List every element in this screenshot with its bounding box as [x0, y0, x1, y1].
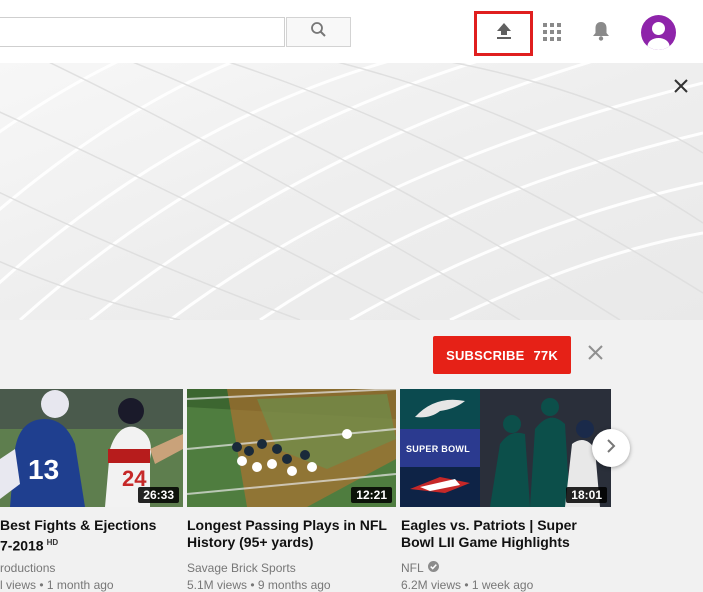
video-meta: l views • 1 month ago: [0, 578, 114, 592]
video-title-line: Longest Passing Plays in NFL: [187, 517, 387, 533]
shelf-next-button[interactable]: [592, 429, 630, 467]
video-title-line: Eagles vs. Patriots | Super: [401, 517, 577, 533]
video-title-line: Best Fights & Ejections: [0, 517, 157, 533]
subscribe-label: SUBSCRIBE: [446, 347, 525, 363]
masthead: [0, 0, 703, 64]
video-duration: 26:33: [138, 487, 179, 503]
user-avatar-icon: [641, 22, 676, 50]
chevron-right-icon: [605, 438, 617, 458]
channel-banner: [0, 63, 703, 320]
dismiss-shelf-button[interactable]: [584, 344, 606, 366]
video-thumbnail[interactable]: 12:21: [187, 389, 396, 507]
upload-button[interactable]: [474, 11, 533, 56]
subscriber-count: 77K: [533, 347, 558, 363]
subscribe-button[interactable]: SUBSCRIBE 77K: [433, 336, 571, 374]
close-icon: [673, 78, 689, 99]
close-icon: [587, 345, 603, 365]
avatar[interactable]: [641, 15, 676, 50]
video-thumbnail[interactable]: SUPER BOWL 18:01: [400, 389, 611, 507]
video-channel[interactable]: Savage Brick Sports: [187, 561, 296, 575]
notifications-button[interactable]: [589, 20, 613, 46]
video-title-line: Bowl LII Game Highlights: [401, 534, 570, 550]
video-thumbnail[interactable]: 13 24 26:33: [0, 389, 183, 507]
video-title-line: History (95+ yards): [187, 534, 314, 550]
apps-button[interactable]: [541, 22, 563, 46]
apps-grid-icon: [543, 22, 561, 46]
banner-close-button[interactable]: [667, 74, 695, 102]
video-duration: 18:01: [566, 487, 607, 503]
hd-badge: HD: [46, 538, 59, 547]
video-title[interactable]: Best Fights & Ejections 7-2018 HD: [0, 517, 156, 555]
video-title[interactable]: Longest Passing Plays in NFL History (95…: [187, 517, 387, 551]
video-channel[interactable]: NFL: [401, 561, 439, 575]
channel-name: NFL: [401, 561, 424, 575]
search-icon: [310, 21, 327, 43]
banner-pattern: [0, 63, 703, 320]
video-meta: 6.2M views • 1 week ago: [401, 578, 534, 592]
svg-text:13: 13: [28, 454, 59, 485]
upload-icon: [495, 22, 513, 45]
video-title-line: 7-2018 HD: [0, 534, 156, 555]
video-duration: 12:21: [351, 487, 392, 503]
video-title[interactable]: Eagles vs. Patriots | Super Bowl LII Gam…: [401, 517, 577, 551]
verified-icon: [427, 561, 439, 575]
video-meta: 5.1M views • 9 months ago: [187, 578, 331, 592]
search-button[interactable]: [286, 17, 351, 47]
video-title-line-text: 7-2018: [0, 537, 44, 554]
bell-icon: [592, 20, 610, 47]
super-bowl-text: SUPER BOWL: [406, 444, 471, 454]
video-channel[interactable]: roductions: [0, 561, 55, 575]
search-input[interactable]: [0, 17, 285, 47]
